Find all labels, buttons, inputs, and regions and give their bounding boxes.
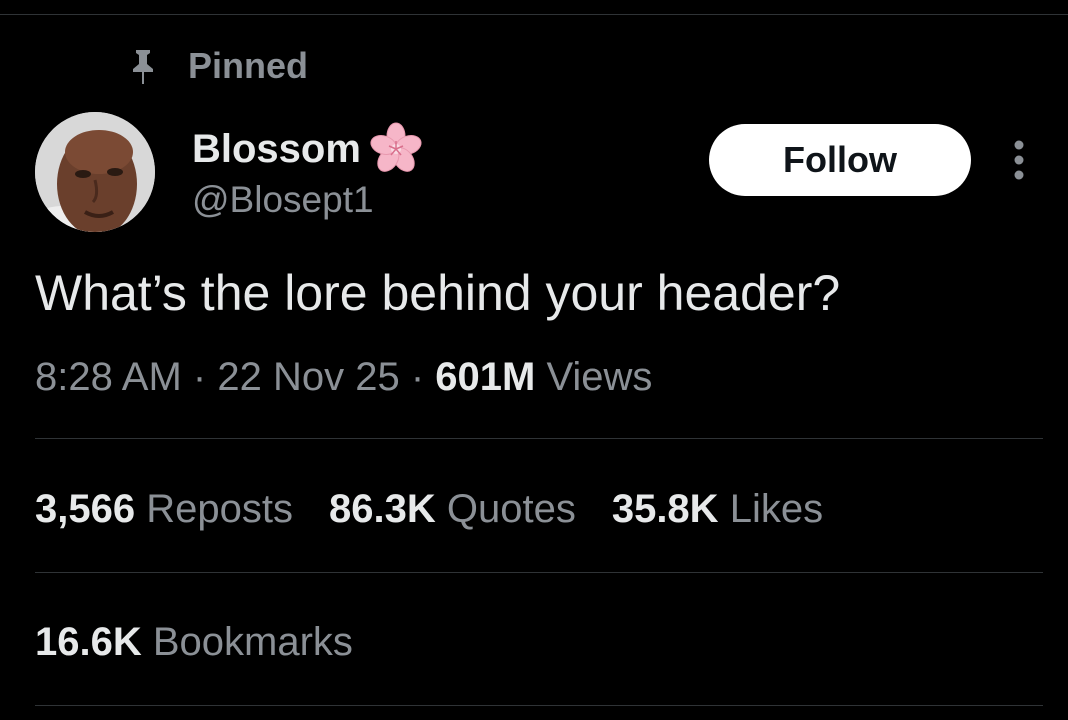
views-count: 601M bbox=[435, 355, 536, 399]
reposts-count: 3,566 bbox=[35, 487, 136, 531]
author-name-row: Blossom bbox=[192, 122, 423, 176]
tweet-time[interactable]: 8:28 AM bbox=[35, 355, 182, 399]
author-handle[interactable]: @Blosept1 bbox=[192, 178, 374, 222]
meta-separator: · bbox=[192, 355, 207, 399]
more-vertical-icon bbox=[1014, 140, 1024, 180]
engagement-stats: 3,566 Reposts 86.3K Quotes 35.8K Likes bbox=[35, 484, 859, 534]
tweet-text: What’s the lore behind your header? bbox=[35, 265, 841, 321]
reposts-label: Reposts bbox=[146, 487, 293, 531]
divider bbox=[35, 572, 1043, 573]
cherry-blossom-icon bbox=[370, 122, 422, 172]
tweet-metadata: 8:28 AM · 22 Nov 25 · 601M Views bbox=[35, 352, 652, 402]
quotes-stat[interactable]: 86.3K Quotes bbox=[329, 484, 576, 534]
quotes-count: 86.3K bbox=[328, 487, 436, 531]
likes-count: 35.8K bbox=[611, 487, 719, 531]
meta-separator: · bbox=[410, 355, 425, 399]
pinned-indicator: Pinned bbox=[128, 46, 308, 86]
pin-icon bbox=[133, 50, 153, 84]
reposts-stat[interactable]: 3,566 Reposts bbox=[35, 484, 293, 534]
pinned-label: Pinned bbox=[188, 45, 309, 86]
quotes-label: Quotes bbox=[446, 487, 576, 531]
follow-button[interactable]: Follow bbox=[709, 124, 971, 196]
views-label: Views bbox=[546, 355, 653, 399]
likes-label: Likes bbox=[729, 487, 824, 531]
divider bbox=[35, 438, 1043, 439]
top-divider bbox=[0, 14, 1068, 15]
likes-stat[interactable]: 35.8K Likes bbox=[612, 484, 823, 534]
avatar-photo bbox=[35, 112, 155, 232]
bookmarks-count: 16.6K bbox=[35, 620, 142, 664]
avatar[interactable] bbox=[35, 112, 155, 232]
divider bbox=[35, 705, 1043, 706]
more-options-button[interactable] bbox=[1002, 136, 1036, 184]
tweet-date[interactable]: 22 Nov 25 bbox=[217, 355, 399, 399]
author-display-name[interactable]: Blossom bbox=[192, 125, 361, 173]
bookmarks-label: Bookmarks bbox=[152, 620, 353, 664]
bookmarks-stat[interactable]: 16.6K Bookmarks bbox=[35, 617, 353, 667]
